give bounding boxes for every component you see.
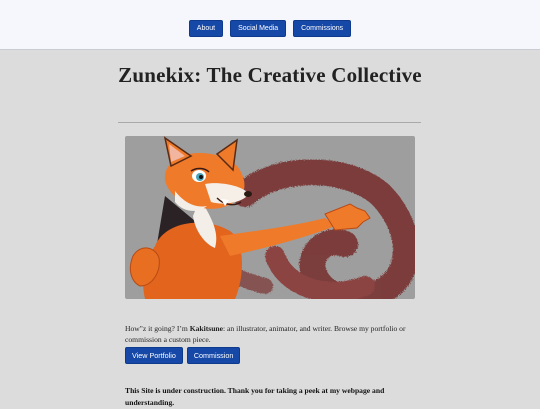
- artist-name: Kakitsune: [189, 323, 224, 333]
- intro-text: How"z it going? I’m Kakitsune: an illust…: [125, 323, 425, 345]
- nav-commissions-button[interactable]: Commissions: [293, 20, 352, 37]
- nav-social-media-button[interactable]: Social Media: [230, 20, 287, 37]
- hero-image: [125, 136, 415, 299]
- divider: [118, 122, 421, 123]
- cta-buttons: View Portfolio Commission: [125, 347, 241, 364]
- view-portfolio-button[interactable]: View Portfolio: [125, 347, 183, 364]
- commission-button[interactable]: Commission: [186, 347, 241, 364]
- intro-text-part1: How"z it going? I’m: [125, 323, 190, 333]
- top-navbar: About Social Media Commissions: [0, 0, 540, 50]
- nav-about-button[interactable]: About: [188, 20, 224, 37]
- main-nav: About Social Media Commissions: [0, 20, 540, 37]
- page-title: Zunekix: The Creative Collective: [118, 63, 422, 87]
- fox-illustration: [129, 136, 415, 299]
